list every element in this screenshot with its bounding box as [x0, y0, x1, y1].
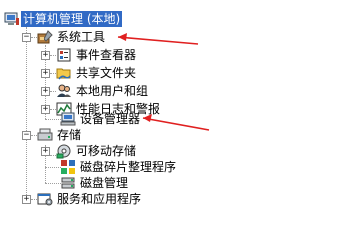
annotation-arrow-device-manager	[142, 117, 210, 131]
annotation-arrows	[117, 33, 210, 131]
annotation-arrowhead	[143, 114, 152, 122]
annotation-arrow-system-tools	[117, 36, 199, 45]
annotation-arrowhead	[118, 33, 127, 41]
console-tree: 计算机管理 (本地) − 系统工具 + 事件查看器 + 共享文件夹 + 本地用户…	[0, 0, 341, 244]
